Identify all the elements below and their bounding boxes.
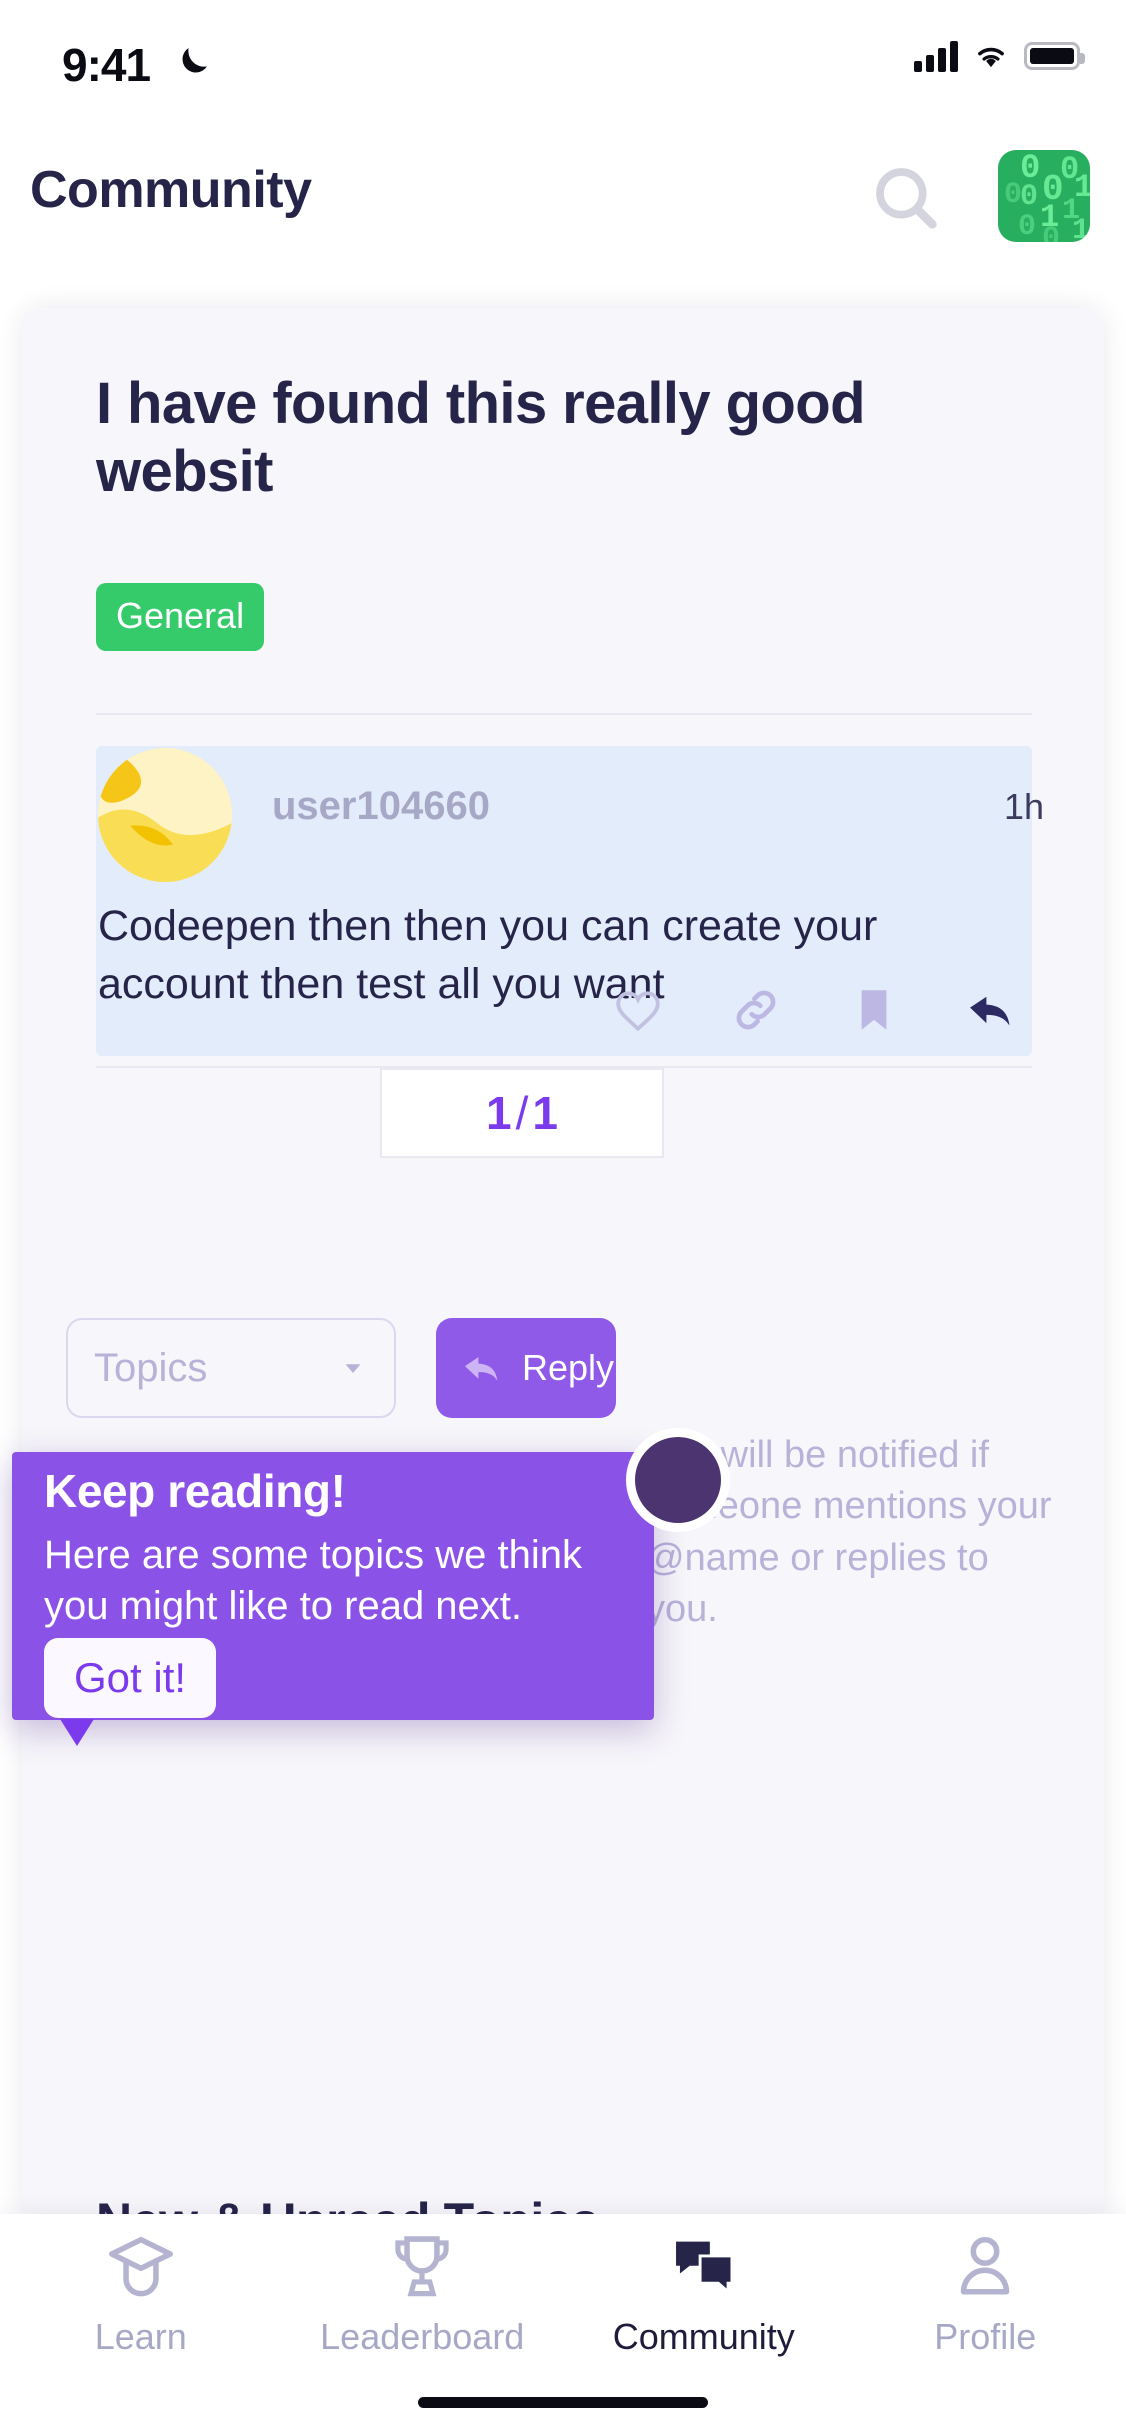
got-it-button[interactable]: Got it! <box>44 1638 217 1718</box>
chat-bubbles-icon <box>675 2241 734 2295</box>
cellular-signal-icon <box>914 40 958 72</box>
coach-mark: Keep reading! Here are some topics we th… <box>12 1452 654 1746</box>
link-icon[interactable] <box>728 982 784 1038</box>
wifi-icon <box>978 47 1004 68</box>
reply-button-label: Reply <box>522 1347 615 1388</box>
reply-icon <box>464 1357 498 1381</box>
battery-full-icon <box>1024 42 1085 70</box>
content-card: I have found this really good websit Gen… <box>22 308 1104 2213</box>
comment-avatar[interactable] <box>98 748 232 882</box>
moon-icon <box>182 48 207 73</box>
comment-username[interactable]: user104660 <box>272 784 490 829</box>
person-icon <box>961 2236 1010 2295</box>
status-bar-indicators <box>914 40 1085 72</box>
tab-learn[interactable]: Learn <box>0 2228 282 2364</box>
coach-mark-title: Keep reading! <box>44 1465 346 1517</box>
phone-screen: 9:41 Community 0 0 0 0 0 1 0 0 1 1 1 I h… <box>0 0 1126 2436</box>
reply-button[interactable]: Reply <box>436 1318 616 1418</box>
bottom-tab-bar: Learn Leaderboard Community Profile <box>0 2214 1126 2436</box>
pagination-separator: / <box>515 1087 529 1139</box>
post-title: I have found this really good websit <box>96 371 866 505</box>
search-icon[interactable] <box>866 158 946 238</box>
pagination-current: 1 <box>486 1087 512 1139</box>
chevron-down-icon <box>345 1364 361 1373</box>
tab-label: Leaderboard <box>320 2316 525 2357</box>
comment-timestamp: 1h <box>1003 786 1044 827</box>
tab-label: Learn <box>94 2316 187 2357</box>
like-icon[interactable] <box>610 982 666 1038</box>
comment-actions <box>610 982 1020 1038</box>
tap-indicator <box>626 1428 730 1532</box>
tab-profile[interactable]: Profile <box>845 2228 1126 2364</box>
tab-label: Profile <box>934 2316 1037 2357</box>
bookmark-icon[interactable] <box>846 982 902 1038</box>
avatar[interactable]: 0 0 0 0 0 1 0 0 1 1 1 <box>998 150 1090 242</box>
tab-community[interactable]: Community <box>563 2228 845 2364</box>
divider <box>96 713 1032 715</box>
coach-mark-body: Here are some topics we think you might … <box>44 1533 583 1629</box>
category-badge[interactable]: General <box>96 583 265 651</box>
trophy-icon <box>395 2236 449 2297</box>
home-indicator <box>418 2397 708 2408</box>
pagination[interactable]: 1 / 1 <box>380 1068 664 1158</box>
graduation-cap-icon <box>108 2236 173 2297</box>
app-header: Community 0 0 0 0 0 1 0 0 1 1 1 <box>0 100 1126 308</box>
tab-label: Community <box>612 2316 795 2357</box>
tab-leaderboard[interactable]: Leaderboard <box>282 2228 564 2364</box>
status-bar-time: 9:41 <box>62 39 151 91</box>
page-title: Community <box>30 161 312 219</box>
comment-bubble: user104660 1h Codeepen then then you can… <box>96 746 1044 1056</box>
topics-select[interactable]: Topics <box>66 1318 396 1418</box>
reply-icon[interactable] <box>964 982 1020 1038</box>
pagination-total: 1 <box>532 1087 558 1139</box>
topics-select-label: Topics <box>94 1345 208 1390</box>
status-bar: 9:41 <box>0 0 1126 100</box>
